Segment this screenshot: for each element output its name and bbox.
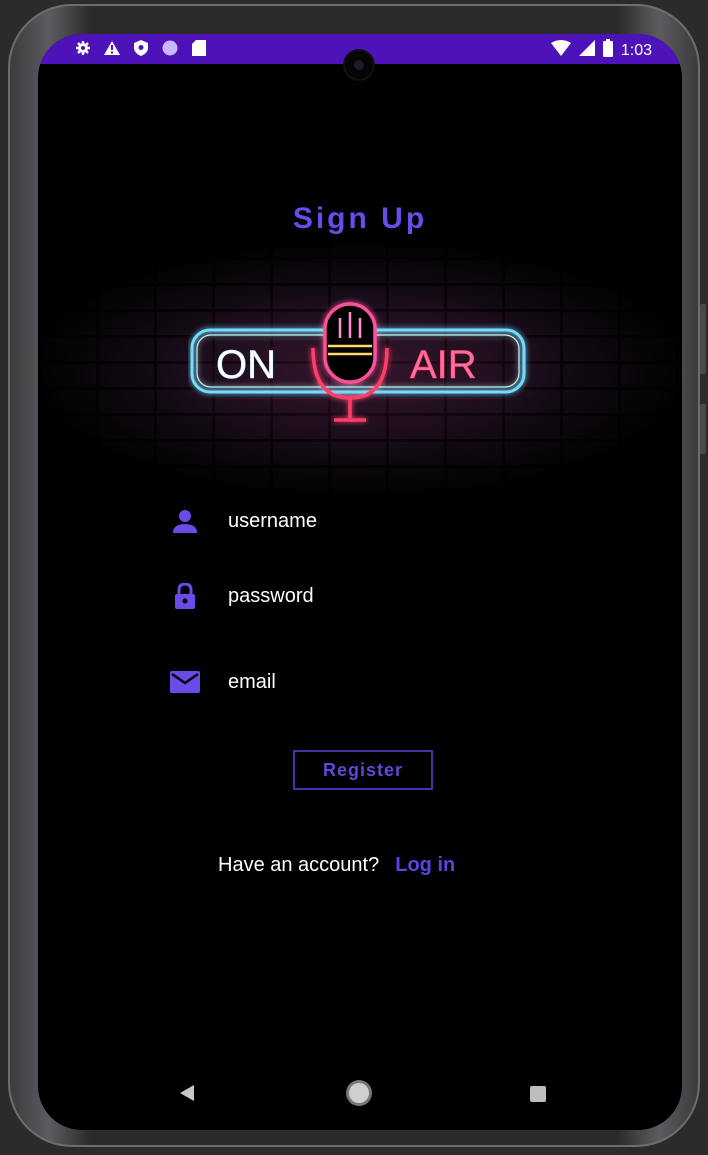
register-button[interactable]: Register (293, 750, 433, 790)
login-link[interactable]: Log in (395, 854, 455, 877)
screen: 1:03 Sign Up ON AIR username password em… (38, 34, 682, 1130)
username-field[interactable]: username (170, 508, 317, 534)
warning-icon (104, 41, 120, 60)
sd-card-icon (192, 40, 206, 61)
navigation-bar (38, 1074, 682, 1114)
on-air-logo: ON AIR (190, 302, 526, 422)
power-button (700, 404, 706, 454)
password-input[interactable]: password (228, 585, 314, 608)
email-field[interactable]: email (170, 669, 276, 695)
circle-icon (162, 40, 178, 61)
password-field[interactable]: password (170, 583, 314, 609)
volume-button (700, 304, 706, 374)
back-icon[interactable] (178, 1084, 196, 1107)
phone-frame: 1:03 Sign Up ON AIR username password em… (8, 4, 706, 1147)
recents-icon[interactable] (530, 1086, 546, 1102)
home-icon[interactable] (349, 1083, 369, 1103)
settings-icon (76, 41, 90, 60)
mail-icon (170, 669, 200, 695)
battery-icon (602, 39, 613, 62)
signal-icon (578, 40, 595, 61)
page-title: Sign Up (292, 202, 428, 235)
person-icon (170, 508, 200, 534)
lock-icon (170, 583, 200, 609)
have-account-text: Have an account? (218, 854, 380, 876)
front-camera (345, 51, 373, 79)
login-prompt: Have an account? Log in (218, 854, 455, 877)
email-input[interactable]: email (228, 671, 276, 694)
shield-icon (134, 40, 148, 61)
wifi-icon (550, 40, 571, 61)
logo-on-text: ON (216, 343, 276, 387)
clock-time: 1:03 (620, 41, 652, 59)
logo-air-text: AIR (410, 343, 477, 387)
username-input[interactable]: username (228, 510, 317, 533)
